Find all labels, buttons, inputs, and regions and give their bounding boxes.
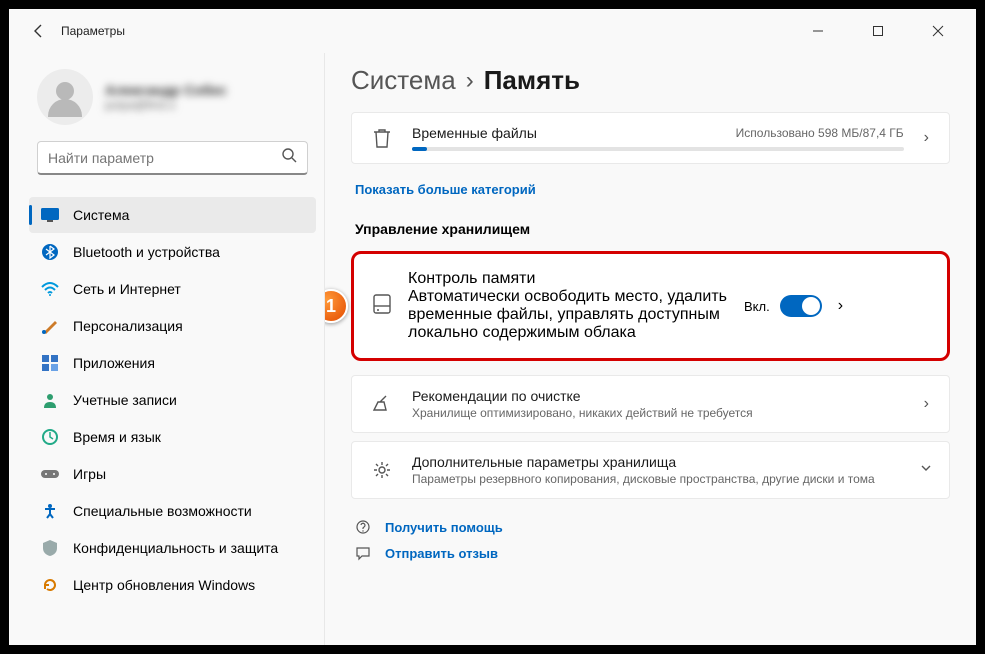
annotation-marker: 1: [325, 289, 348, 323]
maximize-button[interactable]: [856, 15, 900, 47]
section-title: Управление хранилищем: [355, 221, 950, 237]
sidebar-item-label: Сеть и Интернет: [73, 281, 181, 297]
help-link[interactable]: Получить помощь: [385, 520, 503, 535]
sidebar-item-label: Учетные записи: [73, 392, 177, 408]
sidebar-item-apps[interactable]: Приложения: [29, 345, 316, 381]
titlebar: Параметры: [9, 9, 976, 53]
wifi-icon: [41, 280, 59, 298]
cleanup-desc: Хранилище оптимизировано, никаких действ…: [412, 406, 904, 420]
globe-clock-icon: [41, 428, 59, 446]
cleanup-title: Рекомендации по очистке: [412, 388, 904, 404]
help-icon: [355, 519, 373, 535]
sidebar-item-bluetooth[interactable]: Bluetooth и устройства: [29, 234, 316, 270]
sidebar-item-network[interactable]: Сеть и Интернет: [29, 271, 316, 307]
sidebar-item-personalization[interactable]: Персонализация: [29, 308, 316, 344]
broom-icon: [368, 394, 396, 414]
feedback-icon: [355, 545, 373, 561]
storage-sense-toggle[interactable]: [780, 295, 822, 317]
brush-icon: [41, 317, 59, 335]
window-title: Параметры: [61, 24, 125, 38]
trash-icon: [368, 127, 396, 149]
show-more-link[interactable]: Показать больше категорий: [355, 182, 536, 197]
shield-icon: [41, 539, 59, 557]
sidebar-item-label: Время и язык: [73, 429, 161, 445]
search-icon: [281, 147, 297, 168]
breadcrumb-current: Память: [484, 65, 580, 96]
breadcrumb-parent[interactable]: Система: [351, 65, 456, 96]
drive-icon: [372, 293, 392, 320]
feedback-link-row[interactable]: Отправить отзыв: [355, 545, 950, 561]
sidebar-item-label: Конфиденциальность и защита: [73, 540, 278, 556]
temp-files-title: Временные файлы: [412, 125, 537, 141]
sidebar-item-label: Bluetooth и устройства: [73, 244, 220, 260]
sidebar-item-label: Персонализация: [73, 318, 183, 334]
feedback-link[interactable]: Отправить отзыв: [385, 546, 498, 561]
sidebar-item-label: Центр обновления Windows: [73, 577, 255, 593]
profile[interactable]: Александр Собес putya@first.s: [29, 69, 316, 141]
back-button[interactable]: [25, 17, 53, 45]
accessibility-icon: [41, 502, 59, 520]
update-icon: [41, 576, 59, 594]
advanced-storage-card[interactable]: Дополнительные параметры хранилища Парам…: [351, 441, 950, 499]
gamepad-icon: [41, 465, 59, 483]
storage-sense-title: Контроль памяти: [408, 270, 728, 288]
advanced-storage-title: Дополнительные параметры хранилища: [412, 454, 903, 470]
storage-sense-desc: Автоматически освободить место, удалить …: [408, 288, 728, 342]
sidebar: Александр Собес putya@first.s Система Bl…: [9, 53, 325, 645]
temp-files-usage: Использовано 598 МБ/87,4 ГБ: [736, 126, 904, 140]
minimize-button[interactable]: [796, 15, 840, 47]
chevron-right-icon: ›: [920, 395, 933, 413]
sidebar-item-gaming[interactable]: Игры: [29, 456, 316, 492]
nav: Система Bluetooth и устройства Сеть и Ин…: [29, 197, 316, 603]
monitor-icon: [41, 206, 59, 224]
sidebar-item-system[interactable]: Система: [29, 197, 316, 233]
cleanup-card[interactable]: Рекомендации по очистке Хранилище оптими…: [351, 375, 950, 433]
sidebar-item-update[interactable]: Центр обновления Windows: [29, 567, 316, 603]
sidebar-item-accounts[interactable]: Учетные записи: [29, 382, 316, 418]
chevron-right-icon: ›: [920, 129, 933, 147]
apps-icon: [41, 354, 59, 372]
sidebar-item-time-language[interactable]: Время и язык: [29, 419, 316, 455]
profile-email: putya@first.s: [105, 98, 227, 112]
sidebar-item-accessibility[interactable]: Специальные возможности: [29, 493, 316, 529]
sidebar-item-label: Система: [73, 207, 129, 223]
advanced-storage-desc: Параметры резервного копирования, дисков…: [412, 472, 903, 486]
chevron-down-icon: [919, 461, 933, 480]
person-icon: [41, 391, 59, 409]
search-box[interactable]: [37, 141, 308, 175]
help-link-row[interactable]: Получить помощь: [355, 519, 950, 535]
main: Система › Память Временные файлы Использ…: [325, 53, 976, 645]
sidebar-item-label: Специальные возможности: [73, 503, 252, 519]
sidebar-item-label: Приложения: [73, 355, 155, 371]
storage-sense-card[interactable]: 1 Контроль памяти Автоматически освободи…: [351, 251, 950, 361]
avatar-icon: [37, 69, 93, 125]
profile-name: Александр Собес: [105, 82, 227, 98]
bluetooth-icon: [41, 243, 59, 261]
sidebar-item-label: Игры: [73, 466, 106, 482]
chevron-right-icon: ›: [466, 67, 474, 95]
temp-files-card[interactable]: Временные файлы Использовано 598 МБ/87,4…: [351, 112, 950, 164]
breadcrumb: Система › Память: [351, 65, 950, 96]
toggle-label: Вкл.: [744, 299, 770, 314]
search-input[interactable]: [48, 150, 281, 166]
close-button[interactable]: [916, 15, 960, 47]
chevron-right-icon: ›: [838, 297, 843, 315]
gear-icon: [368, 460, 396, 480]
sidebar-item-privacy[interactable]: Конфиденциальность и защита: [29, 530, 316, 566]
temp-files-progress: [412, 147, 904, 151]
